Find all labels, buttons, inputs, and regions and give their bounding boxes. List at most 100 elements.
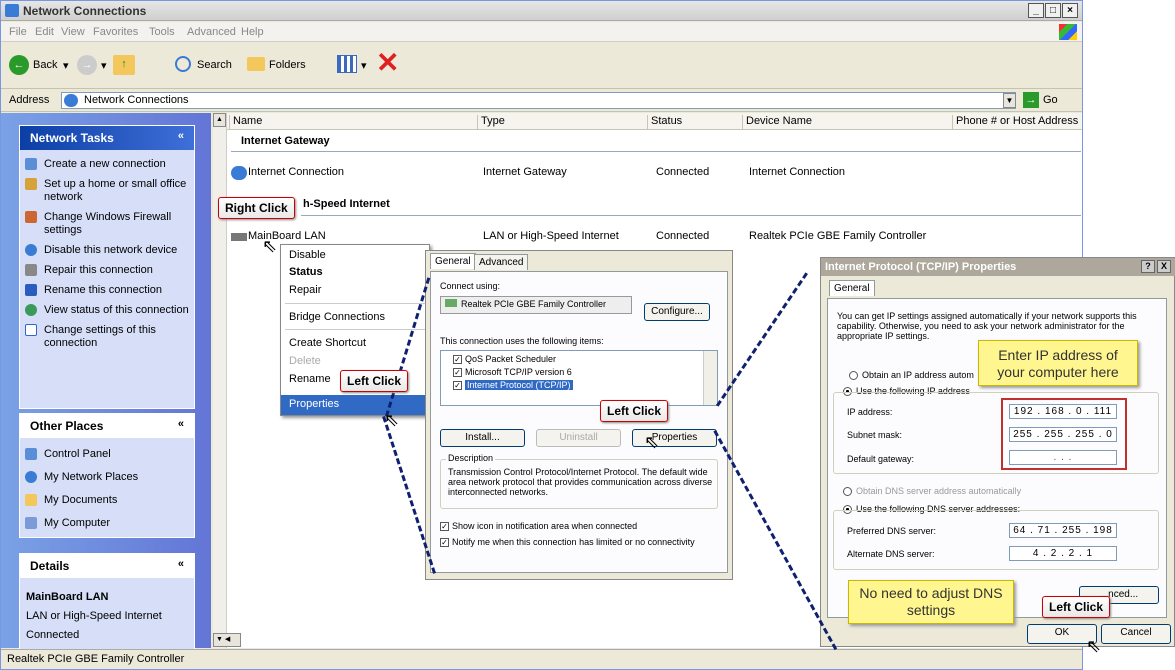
dialog-close-button[interactable]: X [1157, 260, 1171, 273]
go-arrow-icon[interactable]: → [1023, 92, 1039, 108]
place-my-documents[interactable]: My Documents [20, 492, 194, 509]
place-my-computer[interactable]: My Computer [20, 515, 194, 532]
mask-label: Subnet mask: [847, 430, 903, 440]
configure-button[interactable]: Configure... [644, 303, 710, 321]
address-dropdown-icon[interactable]: ▼ [1003, 93, 1016, 108]
table-row[interactable]: MainBoard LAN LAN or High-Speed Internet… [231, 230, 1081, 244]
network-places-icon [25, 471, 37, 483]
notify-checkbox[interactable]: ✓ Notify me when this connection has limi… [440, 537, 695, 548]
dns-group [833, 510, 1159, 570]
menu-bridge[interactable]: Bridge Connections [289, 311, 385, 323]
maximize-button[interactable]: □ [1045, 3, 1061, 18]
place-my-network[interactable]: My Network Places [20, 469, 194, 486]
col-name[interactable]: Name [229, 115, 262, 129]
show-icon-checkbox[interactable]: ✓ Show icon in notification area when con… [440, 521, 637, 532]
menu-create-shortcut[interactable]: Create Shortcut [289, 337, 366, 349]
computer-icon [25, 517, 37, 529]
menu-repair[interactable]: Repair [289, 284, 321, 296]
up-folder-icon[interactable]: ↑ [113, 55, 135, 75]
menu-file[interactable]: File [9, 26, 27, 38]
delete-icon[interactable]: ✕ [376, 49, 399, 77]
tab-general[interactable]: General [829, 280, 875, 296]
help-button[interactable]: ? [1141, 260, 1155, 273]
task-setup-network[interactable]: Set up a home or small office network [20, 176, 194, 206]
list-item[interactable]: ✓ Microsoft TCP/IP version 6 [453, 367, 572, 378]
menu-tools[interactable]: Tools [149, 26, 175, 38]
menu-help[interactable]: Help [241, 26, 264, 38]
place-control-panel[interactable]: Control Panel [20, 446, 194, 463]
back-arrow-icon[interactable]: ← [9, 55, 29, 75]
task-rename[interactable]: Rename this connection [20, 282, 194, 299]
folders-button[interactable]: Folders [269, 59, 306, 71]
group-divider [231, 151, 1081, 152]
control-panel-icon [25, 448, 37, 460]
col-status[interactable]: Status [647, 115, 682, 129]
task-disable-device[interactable]: Disable this network device [20, 242, 194, 259]
menu-disable[interactable]: Disable [289, 249, 326, 261]
views-dropdown-icon[interactable]: ▾ [361, 59, 367, 72]
menu-delete[interactable]: Delete [289, 355, 321, 367]
details-type: LAN or High-Speed Internet [26, 610, 162, 622]
views-icon[interactable] [337, 55, 357, 73]
cancel-button[interactable]: Cancel [1101, 624, 1171, 644]
network-tasks-header[interactable]: Network Tasks « [20, 126, 194, 150]
go-button[interactable]: Go [1043, 94, 1058, 106]
col-device[interactable]: Device Name [742, 115, 812, 129]
horizontal-scroll-left[interactable]: ▼ ◀ [213, 633, 241, 647]
task-create-connection[interactable]: Create a new connection [20, 156, 194, 173]
uninstall-button[interactable]: Uninstall [536, 429, 621, 447]
task-repair[interactable]: Repair this connection [20, 262, 194, 279]
list-item[interactable]: ✓ Internet Protocol (TCP/IP) [453, 380, 573, 391]
back-button[interactable]: Back [33, 59, 57, 71]
firewall-icon [25, 211, 37, 223]
menu-advanced[interactable]: Advanced [187, 26, 236, 38]
search-button[interactable]: Search [197, 59, 232, 71]
list-item[interactable]: ✓ QoS Packet Scheduler [453, 354, 556, 365]
alternate-dns-field[interactable]: 4 . 2 . 2 . 1 [1009, 546, 1117, 561]
menu-status[interactable]: Status [289, 266, 323, 278]
menu-properties[interactable]: Properties [281, 395, 429, 415]
task-change-settings[interactable]: Change settings of this connection [20, 322, 194, 352]
other-places-header[interactable]: Other Places « [20, 414, 194, 438]
right-click-callout: Right Click [218, 197, 295, 219]
menu-rename[interactable]: Rename [289, 373, 331, 385]
col-phone[interactable]: Phone # or Host Address [952, 115, 1078, 129]
left-pane: Network Tasks « Create a new connection … [1, 113, 211, 653]
menu-edit[interactable]: Edit [35, 26, 54, 38]
list-scrollbar[interactable] [703, 351, 717, 405]
preferred-dns-field[interactable]: 64 . 71 . 255 . 198 [1009, 523, 1117, 538]
address-label: Address [9, 94, 50, 106]
tab-advanced[interactable]: Advanced [474, 254, 529, 270]
title-bar: Network Connections _ □ × [1, 1, 1082, 21]
cursor-icon: ⇖ [1086, 636, 1102, 656]
components-list[interactable]: ✓ QoS Packet Scheduler ✓ Microsoft TCP/IP … [440, 350, 718, 406]
minimize-button[interactable]: _ [1028, 3, 1044, 18]
collapse-icon[interactable]: « [178, 558, 184, 570]
forward-arrow-icon[interactable]: → [77, 55, 97, 75]
col-type[interactable]: Type [477, 115, 505, 129]
back-dropdown-icon[interactable]: ▾ [63, 59, 69, 72]
obtain-ip-radio[interactable]: Obtain an IP address autom [849, 370, 974, 381]
task-firewall[interactable]: Change Windows Firewall settings [20, 209, 194, 239]
ip-note: Enter IP address of your computer here [978, 340, 1138, 386]
items-label: This connection uses the following items… [440, 336, 604, 346]
search-icon[interactable] [175, 56, 191, 72]
row-device: Internet Connection [749, 166, 846, 178]
vertical-scrollbar[interactable]: ▲ ▼ [213, 113, 227, 648]
task-view-status[interactable]: View status of this connection [20, 302, 194, 319]
collapse-icon[interactable]: « [178, 130, 184, 142]
folders-icon[interactable] [247, 57, 265, 71]
forward-dropdown-icon[interactable]: ▾ [101, 59, 107, 72]
install-button[interactable]: Install... [440, 429, 525, 447]
details-header[interactable]: Details « [20, 554, 194, 578]
close-button[interactable]: × [1062, 3, 1078, 18]
obtain-dns-radio[interactable]: Obtain DNS server address automatically [843, 486, 1021, 497]
collapse-icon[interactable]: « [178, 418, 184, 430]
table-row[interactable]: Internet Connection Internet Gateway Con… [231, 166, 1081, 180]
scroll-up-icon[interactable]: ▲ [213, 113, 226, 127]
address-input[interactable]: Network Connections [61, 92, 1016, 109]
menu-view[interactable]: View [61, 26, 85, 38]
menu-favorites[interactable]: Favorites [93, 26, 138, 38]
dns-note: No need to adjust DNS settings [848, 580, 1014, 624]
tab-general[interactable]: General [430, 253, 476, 269]
